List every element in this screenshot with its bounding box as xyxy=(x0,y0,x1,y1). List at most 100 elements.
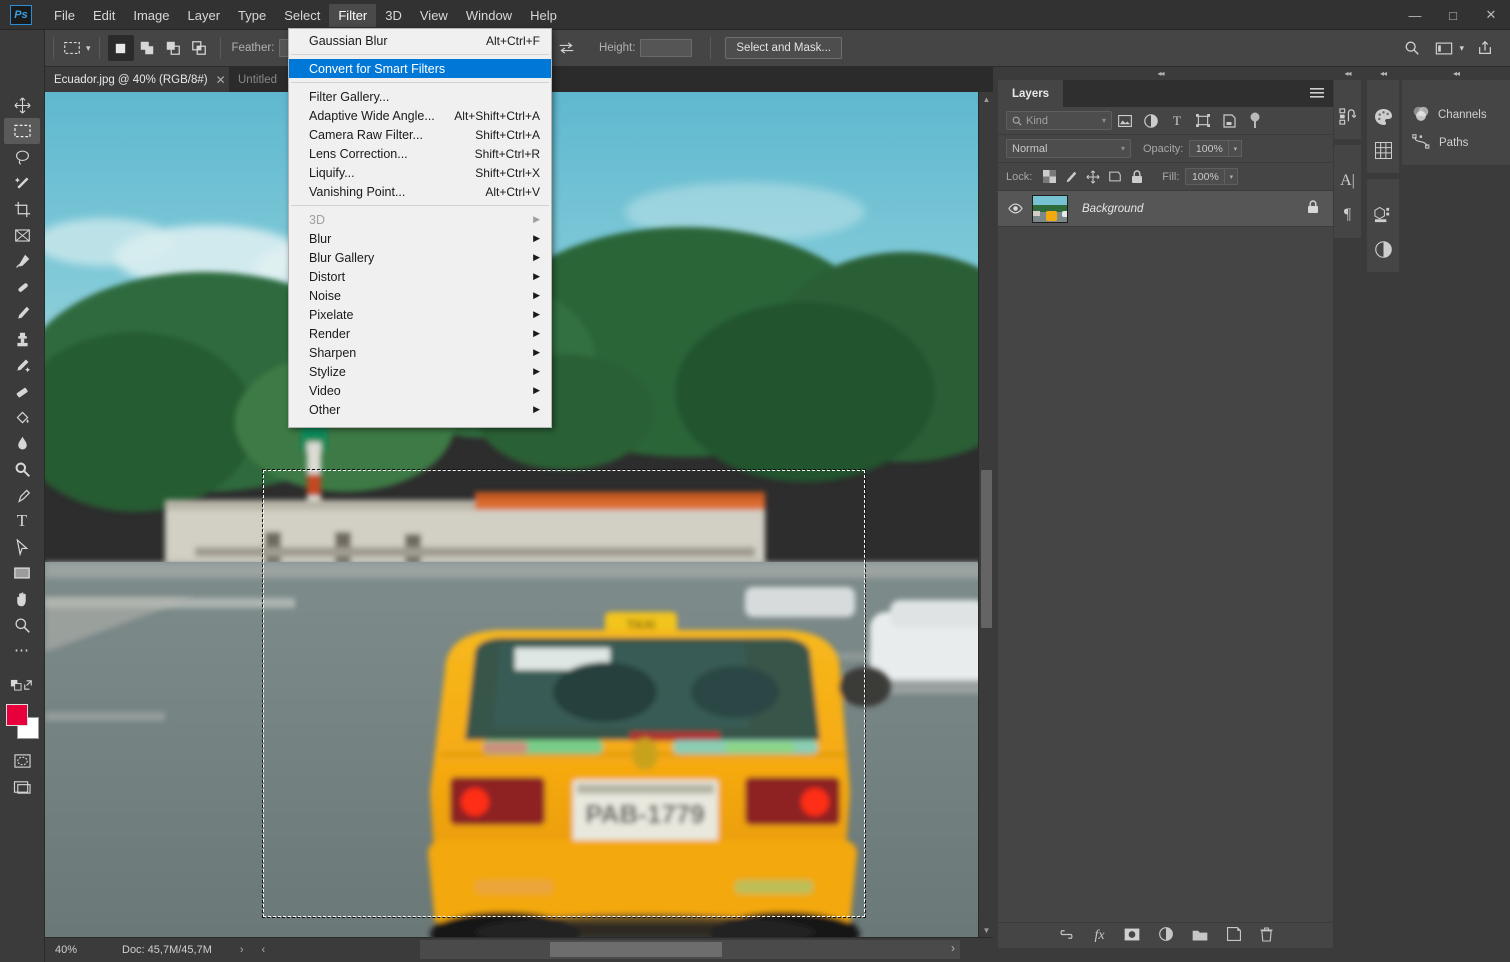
default-colors-button[interactable] xyxy=(4,672,40,698)
filter-menu-item-blur-gallery[interactable]: Blur Gallery ▶ xyxy=(289,248,551,267)
new-group-icon[interactable] xyxy=(1192,928,1208,944)
lasso-tool[interactable] xyxy=(4,144,40,170)
document-tab-1[interactable]: Untitled xyxy=(229,67,286,92)
history-brush-tool[interactable] xyxy=(4,352,40,378)
chevron-down-icon[interactable]: ▾ xyxy=(1459,43,1464,54)
filter-menu-item-adaptive-wide-angle[interactable]: Adaptive Wide Angle... Alt+Shift+Ctrl+A xyxy=(289,106,551,125)
dodge-tool[interactable] xyxy=(4,456,40,482)
height-input[interactable] xyxy=(640,39,693,57)
patterns-grid-icon[interactable] xyxy=(1367,133,1399,167)
filter-menu-item-convert-for-smart-filters[interactable]: Convert for Smart Filters xyxy=(289,59,551,78)
adjustments-icon[interactable] xyxy=(1367,232,1399,266)
quick-mask-button[interactable] xyxy=(4,748,40,774)
blend-mode-select[interactable]: Normal ▾ xyxy=(1006,139,1131,158)
marquee-selection[interactable] xyxy=(262,469,866,918)
rail-tab-handle[interactable] xyxy=(1367,179,1399,192)
type-layer-filter-icon[interactable]: T xyxy=(1164,111,1190,131)
filter-menu-item-video[interactable]: Video ▶ xyxy=(289,381,551,400)
eyedropper-tool[interactable] xyxy=(4,248,40,274)
clone-stamp-tool[interactable] xyxy=(4,326,40,352)
history-icon[interactable] xyxy=(1334,99,1361,133)
filter-menu-item-distort[interactable]: Distort ▶ xyxy=(289,267,551,286)
panel-item-channels[interactable]: Channels xyxy=(1402,101,1510,129)
rectangle-tool[interactable] xyxy=(4,560,40,586)
scrollbar-thumb[interactable] xyxy=(981,470,992,628)
pixel-layer-filter-icon[interactable] xyxy=(1112,111,1138,131)
layer-thumbnail[interactable] xyxy=(1032,194,1068,223)
smart-object-filter-icon[interactable] xyxy=(1216,111,1242,131)
maximize-button[interactable]: □ xyxy=(1434,0,1472,30)
menubar-item-window[interactable]: Window xyxy=(457,4,521,27)
scroll-down-arrow[interactable]: ▼ xyxy=(979,923,994,937)
subtract-from-selection-button[interactable] xyxy=(160,35,186,61)
foreground-color-swatch[interactable] xyxy=(6,704,28,726)
filter-menu-item-sharpen[interactable]: Sharpen ▶ xyxy=(289,343,551,362)
add-to-selection-button[interactable] xyxy=(134,35,160,61)
filter-menu-item-noise[interactable]: Noise ▶ xyxy=(289,286,551,305)
lock-image-pixels-icon[interactable] xyxy=(1060,167,1082,187)
layer-list-item-background[interactable]: Background xyxy=(998,191,1333,227)
filter-menu-item-render[interactable]: Render ▶ xyxy=(289,324,551,343)
tool-preset-picker[interactable]: ▾ xyxy=(62,38,91,58)
menubar-item-select[interactable]: Select xyxy=(275,4,329,27)
filter-menu-item-lens-correction[interactable]: Lens Correction... Shift+Ctrl+R xyxy=(289,144,551,163)
edit-toolbar-button[interactable]: ⋯ xyxy=(4,638,40,664)
character-icon[interactable]: A| xyxy=(1334,164,1361,198)
menubar-item-edit[interactable]: Edit xyxy=(84,4,124,27)
add-layer-mask-icon[interactable] xyxy=(1124,928,1140,944)
menubar-item-layer[interactable]: Layer xyxy=(179,4,230,27)
new-adjustment-layer-icon[interactable] xyxy=(1158,927,1173,944)
layer-visibility-toggle[interactable] xyxy=(1006,203,1024,214)
intersect-selection-button[interactable] xyxy=(186,35,212,61)
spot-healing-brush-tool[interactable] xyxy=(4,274,40,300)
filter-menu-item-vanishing-point[interactable]: Vanishing Point... Alt+Ctrl+V xyxy=(289,182,551,201)
blur-tool[interactable] xyxy=(4,430,40,456)
filter-toggle-icon[interactable] xyxy=(1242,111,1268,131)
add-layer-style-icon[interactable]: fx xyxy=(1094,928,1104,944)
opacity-stepper[interactable]: ▾ xyxy=(1229,140,1243,157)
adjustment-layer-filter-icon[interactable] xyxy=(1138,111,1164,131)
opacity-input[interactable]: 100% xyxy=(1189,140,1230,157)
filter-menu-item-camera-raw-filter[interactable]: Camera Raw Filter... Shift+Ctrl+A xyxy=(289,125,551,144)
scroll-up-arrow[interactable]: ▲ xyxy=(979,92,994,106)
new-layer-icon[interactable] xyxy=(1226,927,1241,944)
rail-tab-handle[interactable] xyxy=(1367,80,1399,93)
screen-mode-button[interactable] xyxy=(4,774,40,800)
select-and-mask-button[interactable]: Select and Mask... xyxy=(725,37,842,59)
gradient-tool[interactable] xyxy=(4,404,40,430)
swap-dimensions-button[interactable] xyxy=(554,35,580,61)
document-tab-0[interactable]: Ecuador.jpg @ 40% (RGB/8#) ✕ xyxy=(45,67,235,92)
path-selection-tool[interactable] xyxy=(4,534,40,560)
filter-menu-item-3d[interactable]: 3D ▶ xyxy=(289,210,551,229)
paragraph-icon[interactable]: ¶ xyxy=(1334,198,1361,232)
layers-collapse-arrows[interactable]: ◂◂ xyxy=(993,67,1328,80)
menubar-item-filter[interactable]: Filter xyxy=(329,3,377,27)
fill-stepper[interactable]: ▾ xyxy=(1225,168,1239,185)
menubar-item-3d[interactable]: 3D xyxy=(376,4,411,27)
filter-menu-item-stylize[interactable]: Stylize ▶ xyxy=(289,362,551,381)
zoom-tool[interactable] xyxy=(4,612,40,638)
rail-tab-handle[interactable] xyxy=(1402,80,1510,93)
filter-menu-item-liquify[interactable]: Liquify... Shift+Ctrl+X xyxy=(289,163,551,182)
panel-item-paths[interactable]: Paths xyxy=(1402,129,1510,157)
canvas-vertical-scrollbar[interactable]: ▲ ▼ xyxy=(978,92,993,937)
quick-selection-tool[interactable] xyxy=(4,170,40,196)
menubar-item-file[interactable]: File xyxy=(45,4,84,27)
move-tool[interactable] xyxy=(4,92,40,118)
rail-tab-handle[interactable] xyxy=(1334,145,1361,158)
filter-menu-item-blur[interactable]: Blur ▶ xyxy=(289,229,551,248)
delete-layer-icon[interactable] xyxy=(1260,926,1273,945)
scrollbar-thumb[interactable] xyxy=(550,942,722,957)
lock-all-icon[interactable] xyxy=(1126,167,1148,187)
color-swatches[interactable] xyxy=(4,704,40,744)
lock-artboard-icon[interactable] xyxy=(1104,167,1126,187)
layers-list-empty-area[interactable] xyxy=(998,227,1333,922)
search-button[interactable] xyxy=(1399,35,1425,61)
pen-tool[interactable] xyxy=(4,482,40,508)
lock-position-icon[interactable] xyxy=(1082,167,1104,187)
menubar-item-type[interactable]: Type xyxy=(229,4,275,27)
share-button[interactable] xyxy=(1472,35,1498,61)
frame-tool[interactable] xyxy=(4,222,40,248)
horizontal-type-tool[interactable]: T xyxy=(4,508,40,534)
3d-properties-icon[interactable] xyxy=(1367,198,1399,232)
